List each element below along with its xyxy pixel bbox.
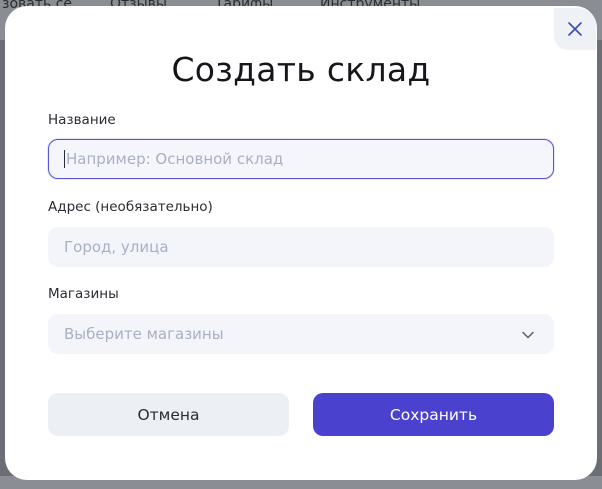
stores-select[interactable]: Выберите магазины bbox=[48, 314, 554, 354]
chevron-down-icon bbox=[522, 331, 534, 339]
close-icon bbox=[568, 22, 582, 36]
address-placeholder: Город, улица bbox=[64, 238, 169, 256]
name-placeholder: Например: Основной склад bbox=[66, 150, 284, 168]
dialog-title: Создать склад bbox=[171, 50, 431, 89]
save-button[interactable]: Сохранить bbox=[313, 393, 554, 436]
text-caret bbox=[64, 150, 65, 168]
close-button[interactable] bbox=[554, 8, 596, 50]
create-warehouse-dialog: Создать склад Название Например: Основно… bbox=[5, 6, 597, 480]
cancel-button[interactable]: Отмена bbox=[48, 393, 289, 436]
name-input[interactable]: Например: Основной склад bbox=[48, 139, 554, 179]
name-label: Название bbox=[48, 112, 116, 128]
stores-label: Магазины bbox=[48, 286, 119, 302]
address-label: Адрес (необязательно) bbox=[48, 199, 213, 215]
address-input[interactable]: Город, улица bbox=[48, 227, 554, 267]
stores-placeholder: Выберите магазины bbox=[64, 325, 224, 343]
